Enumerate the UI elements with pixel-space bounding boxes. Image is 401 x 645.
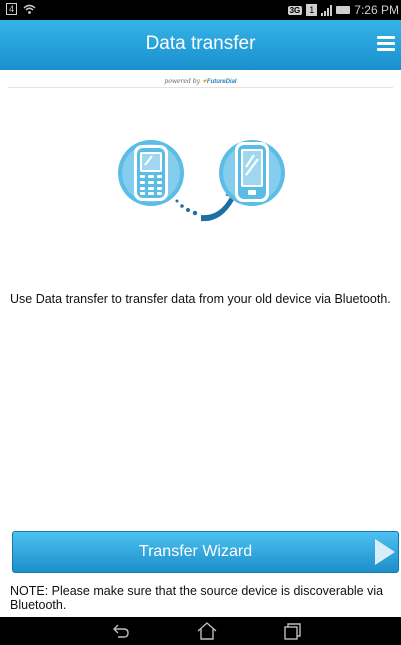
powered-by-label: powered by ✦FutureDial xyxy=(0,78,401,85)
powered-by-prefix: powered by xyxy=(164,78,200,85)
navigation-bar xyxy=(0,617,401,645)
page-title: Data transfer xyxy=(145,33,256,54)
signal-icon xyxy=(321,4,333,16)
recent-apps-icon[interactable] xyxy=(281,621,303,641)
back-icon[interactable] xyxy=(110,621,132,641)
hamburger-menu-icon[interactable] xyxy=(377,36,395,52)
description-text: Use Data transfer to transfer data from … xyxy=(10,292,391,306)
network-type-badge: 3G xyxy=(287,5,303,15)
old-phone-icon xyxy=(118,140,184,206)
battery-icon xyxy=(336,6,351,14)
app-bar: Data transfer xyxy=(0,20,401,70)
transfer-illustration xyxy=(118,140,285,222)
wifi-icon xyxy=(23,4,36,14)
powered-by-brand: FutureDial xyxy=(206,79,237,85)
home-icon[interactable] xyxy=(196,621,218,641)
status-bar: 4 3G 1 7:26 PM xyxy=(0,0,401,20)
note-text: NOTE: Please make sure that the source d… xyxy=(10,584,384,612)
play-arrow-icon xyxy=(375,539,395,565)
notification-count-badge: 4 xyxy=(6,3,18,15)
transfer-wizard-button[interactable]: Transfer Wizard xyxy=(12,531,399,573)
transfer-wizard-label: Transfer Wizard xyxy=(138,543,253,560)
status-time: 7:26 PM xyxy=(354,3,399,17)
smartphone-icon xyxy=(219,140,285,206)
header-divider xyxy=(8,87,393,88)
sim-badge: 1 xyxy=(306,4,318,16)
